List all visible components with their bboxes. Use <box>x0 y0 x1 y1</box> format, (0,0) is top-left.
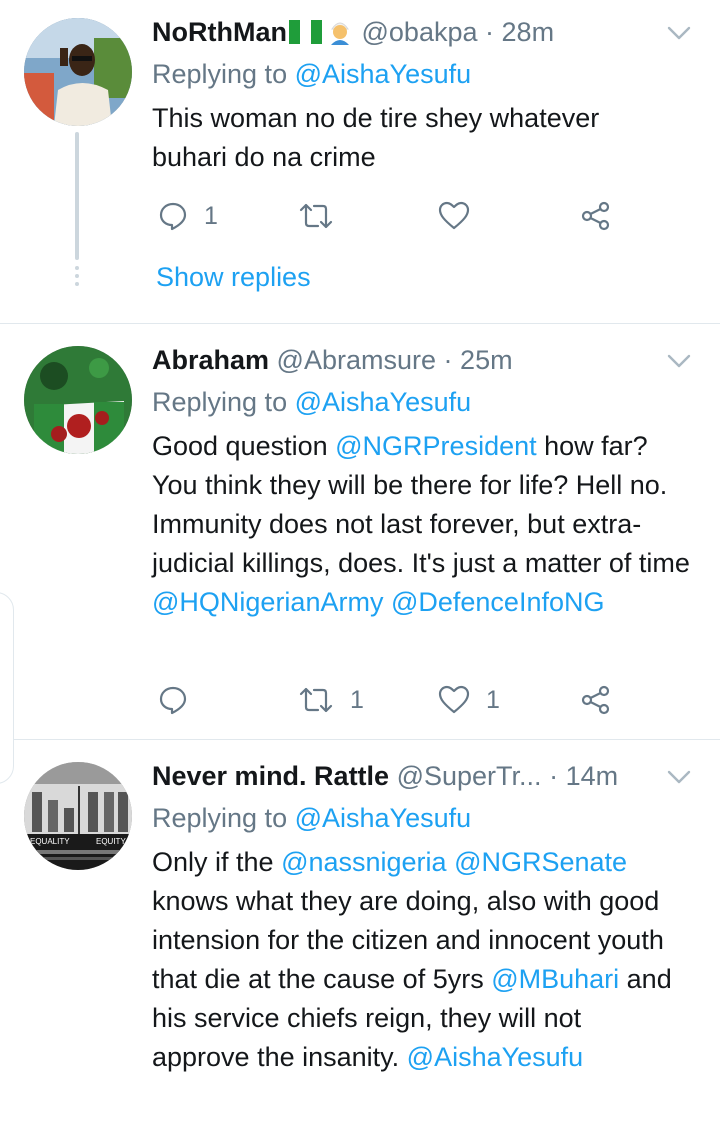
retweet-icon <box>299 203 333 229</box>
chevron-down-icon[interactable] <box>666 348 692 374</box>
tweet-actions: 1 <box>152 196 632 236</box>
retweet-button[interactable]: 1 <box>298 680 364 720</box>
tweet-text: Good question @NGRPresident how far? You… <box>152 427 692 622</box>
text-segment <box>447 847 455 877</box>
timestamp: 14m <box>565 761 619 791</box>
mention-link[interactable]: @HQNigerianArmy <box>152 587 383 617</box>
reply-icon <box>159 686 187 715</box>
user-handle[interactable]: @SuperTr... <box>397 761 542 791</box>
edge-panel-handle[interactable] <box>0 592 14 784</box>
tweet-2[interactable]: Abraham @Abramsure · 25m Replying to @Ai… <box>0 324 720 739</box>
separator-dot: · <box>549 761 559 791</box>
user-name[interactable]: Abraham <box>152 345 269 375</box>
retweet-button[interactable] <box>298 196 334 236</box>
mention-link[interactable]: @AishaYesufu <box>295 387 472 417</box>
mention-link[interactable]: @AishaYesufu <box>295 59 472 89</box>
replying-prefix: Replying to <box>152 387 288 417</box>
like-button[interactable]: 1 <box>438 680 500 720</box>
avatar[interactable] <box>24 346 132 454</box>
retweet-count: 1 <box>350 685 364 714</box>
like-button[interactable] <box>438 196 470 236</box>
avatar[interactable]: EQUALITY EQUITY <box>24 762 132 870</box>
replying-prefix: Replying to <box>152 803 288 833</box>
user-name[interactable]: Never mind. Rattle <box>152 761 389 791</box>
tweet-header: Never mind. Rattle @SuperTr... · 14m <box>152 760 660 792</box>
reply-count: 1 <box>204 201 218 230</box>
heart-icon <box>438 685 470 714</box>
nigeria-flag-icon <box>288 20 322 44</box>
thread-line <box>75 132 79 260</box>
tweet-3[interactable]: EQUALITY EQUITY Never mind. Rattle @Supe… <box>0 740 720 1125</box>
reply-icon <box>159 202 187 231</box>
mention-link[interactable]: @NGRSenate <box>454 847 627 877</box>
tweet-header: NoRthMan @obakpa · 28m <box>152 16 660 48</box>
thread-dots <box>75 266 79 290</box>
replying-to: Replying to @AishaYesufu <box>152 802 471 834</box>
timestamp: 28m <box>501 17 555 47</box>
retweet-icon <box>299 687 333 713</box>
text-segment: Only if the <box>152 847 282 877</box>
reply-button[interactable] <box>158 680 204 720</box>
mention-link[interactable]: @AishaYesufu <box>407 1042 584 1072</box>
tweet-header: Abraham @Abramsure · 25m <box>152 344 660 376</box>
tweet-text: Only if the @nassnigeria @NGRSenate know… <box>152 843 672 1077</box>
user-name[interactable]: NoRthMan <box>152 17 287 47</box>
avatar[interactable] <box>24 18 132 126</box>
tweet-1[interactable]: NoRthMan @obakpa · 28m Replying to @Aish… <box>0 0 720 322</box>
replying-prefix: Replying to <box>152 59 288 89</box>
tweet-text: This woman no de tire shey whatever buha… <box>152 103 600 172</box>
user-handle[interactable]: @Abramsure <box>277 345 436 375</box>
share-icon <box>581 201 610 231</box>
separator-dot: · <box>443 345 453 375</box>
mention-link[interactable]: @NGRPresident <box>335 431 536 461</box>
text-segment: Good question <box>152 431 336 461</box>
mention-link[interactable]: @AishaYesufu <box>295 803 472 833</box>
replying-to: Replying to @AishaYesufu <box>152 58 471 90</box>
mention-link[interactable]: @DefenceInfoNG <box>391 587 605 617</box>
mention-link[interactable]: @nassnigeria <box>281 847 447 877</box>
separator-dot: · <box>485 17 495 47</box>
tweet-actions: 1 1 <box>152 680 632 720</box>
timestamp: 25m <box>460 345 513 375</box>
share-icon <box>581 685 610 715</box>
text-segment <box>383 587 391 617</box>
mention-link[interactable]: @MBuhari <box>491 964 619 994</box>
avatar-label-right: EQUITY <box>96 837 126 846</box>
chevron-down-icon[interactable] <box>666 20 692 46</box>
chevron-down-icon[interactable] <box>666 764 692 790</box>
share-button[interactable] <box>580 196 612 236</box>
reply-button[interactable]: 1 <box>158 196 218 236</box>
user-handle[interactable]: @obakpa <box>362 17 478 47</box>
avatar-label-left: EQUALITY <box>30 837 70 846</box>
replying-to: Replying to @AishaYesufu <box>152 386 471 418</box>
share-button[interactable] <box>580 680 612 720</box>
heart-icon <box>438 201 470 230</box>
show-replies-link[interactable]: Show replies <box>156 262 311 293</box>
person-turban-emoji-icon <box>330 22 349 45</box>
like-count: 1 <box>486 685 500 714</box>
